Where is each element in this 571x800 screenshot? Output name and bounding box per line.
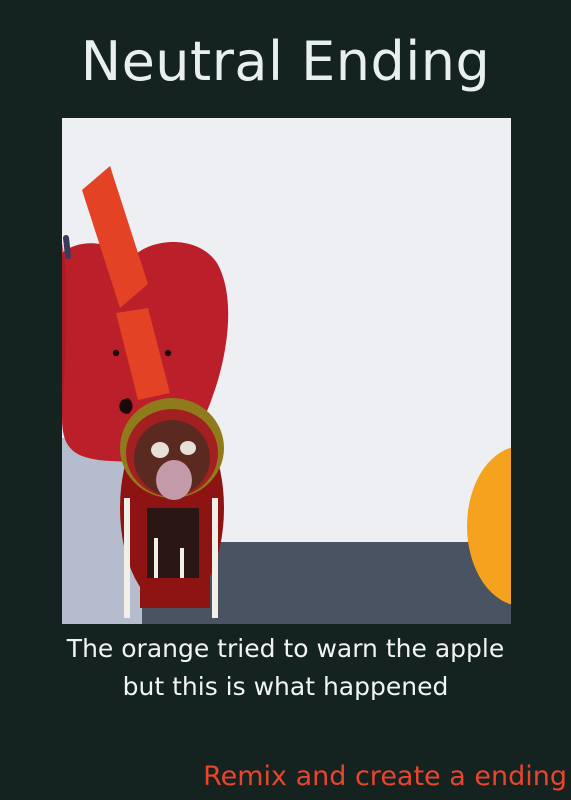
ending-screen: Neutral Ending The orange tried to warn … — [0, 0, 571, 800]
ending-caption: The orange tried to warn the apple but t… — [0, 630, 571, 706]
ending-scene-illustration — [62, 118, 511, 624]
caption-line-1: The orange tried to warn the apple — [66, 634, 505, 663]
ending-title: Neutral Ending — [80, 30, 491, 93]
caption-line-2: but this is what happened — [122, 672, 449, 701]
remix-ending-link[interactable]: Remix and create a ending — [203, 757, 567, 797]
